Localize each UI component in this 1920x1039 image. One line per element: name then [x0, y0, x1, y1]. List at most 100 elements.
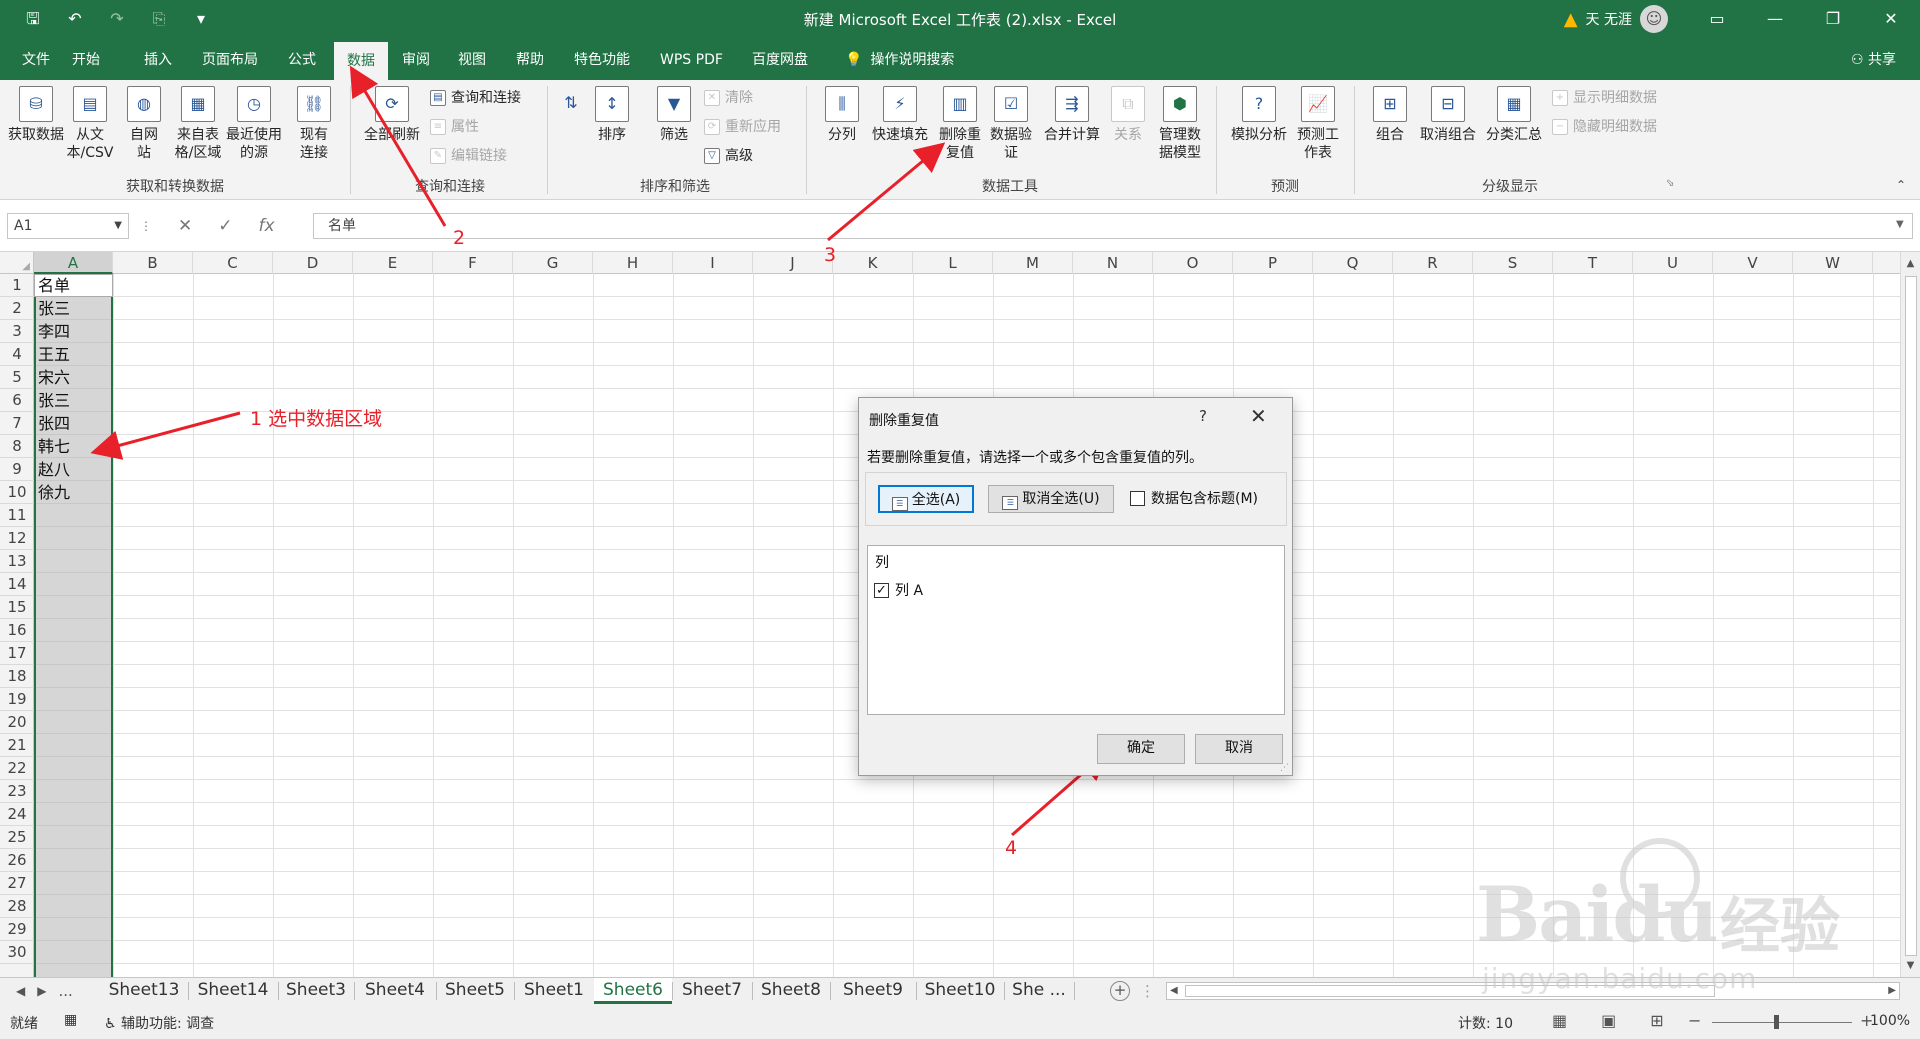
- row-header-8[interactable]: 8: [0, 435, 34, 458]
- tab-file[interactable]: 文件: [16, 38, 56, 80]
- expand-formula-bar-icon[interactable]: ▼: [1896, 219, 1904, 230]
- row-header-11[interactable]: 11: [0, 504, 34, 527]
- subtotal-button[interactable]: ▦ 分类汇总: [1482, 86, 1546, 144]
- queries-connections-button[interactable]: ▤ 查询和连接: [430, 88, 521, 108]
- checkbox-box[interactable]: [1130, 490, 1145, 506]
- confirm-entry-icon[interactable]: ✓: [218, 213, 232, 239]
- zoom-thumb[interactable]: [1774, 1015, 1779, 1029]
- clear-filter-button[interactable]: ✕ 清除: [704, 88, 753, 108]
- column-header-g[interactable]: G: [513, 252, 593, 274]
- has-header-checkbox[interactable]: 数据包含标题(M): [1130, 488, 1258, 508]
- sheet-tab-3[interactable]: Sheet3: [278, 978, 354, 1004]
- tab-view[interactable]: 视图: [452, 38, 492, 80]
- row-header-5[interactable]: 5: [0, 366, 34, 389]
- column-option-checkbox[interactable]: ✓: [874, 582, 889, 598]
- row-header-14[interactable]: 14: [0, 573, 34, 596]
- row-header-20[interactable]: 20: [0, 711, 34, 734]
- select-all-button[interactable]: ☰ 全选(A): [878, 485, 974, 513]
- avatar[interactable]: ☺: [1640, 5, 1668, 33]
- column-header-c[interactable]: C: [193, 252, 273, 274]
- unselect-all-button[interactable]: ☰ 取消全选(U): [988, 485, 1114, 513]
- cell-a2[interactable]: 张三: [38, 297, 70, 320]
- column-header-n[interactable]: N: [1073, 252, 1153, 274]
- row-header-29[interactable]: 29: [0, 918, 34, 941]
- cell-a7[interactable]: 张四: [38, 412, 70, 435]
- row-header-23[interactable]: 23: [0, 780, 34, 803]
- from-web-button[interactable]: ◍ 自网站: [124, 86, 164, 162]
- row-header-10[interactable]: 10: [0, 481, 34, 504]
- page-break-view-icon[interactable]: ⊞: [1650, 1011, 1663, 1030]
- scroll-left-icon[interactable]: ◀: [1170, 983, 1178, 999]
- sort-az-button[interactable]: ⇅: [556, 86, 586, 126]
- scroll-down-icon[interactable]: ▼: [1903, 958, 1918, 974]
- cell-a5[interactable]: 宋六: [38, 366, 70, 389]
- remove-duplicates-button[interactable]: ▥ 删除重复值: [934, 86, 986, 162]
- column-header-q[interactable]: Q: [1313, 252, 1393, 274]
- row-header-13[interactable]: 13: [0, 550, 34, 573]
- column-header-p[interactable]: P: [1233, 252, 1313, 274]
- prev-sheet-icon[interactable]: ◀: [16, 978, 25, 1006]
- page-layout-view-icon[interactable]: ▣: [1601, 1011, 1616, 1030]
- relationships-button[interactable]: ⧉ 关系: [1108, 86, 1148, 144]
- sheet-tab-10[interactable]: Sheet9: [830, 978, 916, 1004]
- row-header-24[interactable]: 24: [0, 803, 34, 826]
- row-header-30[interactable]: 30: [0, 941, 34, 964]
- column-header-o[interactable]: O: [1153, 252, 1233, 274]
- column-header-u[interactable]: U: [1633, 252, 1713, 274]
- tell-me-search[interactable]: 💡 操作说明搜索: [845, 38, 954, 80]
- get-data-button[interactable]: ⛁ 获取数据: [8, 86, 64, 144]
- cancel-button[interactable]: 取消: [1195, 734, 1283, 764]
- columns-list[interactable]: 列 ✓ 列 A: [867, 545, 1285, 715]
- column-header-j[interactable]: J: [753, 252, 833, 274]
- text-to-columns-button[interactable]: ⫼ 分列: [822, 86, 862, 144]
- from-csv-button[interactable]: ▤ 从文本/CSV: [62, 86, 118, 162]
- row-header-6[interactable]: 6: [0, 389, 34, 412]
- chevron-down-icon[interactable]: ▼: [114, 214, 122, 238]
- column-header-w[interactable]: W: [1793, 252, 1873, 274]
- vertical-scrollbar[interactable]: ▲ ▼: [1900, 252, 1920, 977]
- manage-data-model-button[interactable]: ⬢ 管理数据模型: [1154, 86, 1206, 162]
- sheet-tab-5[interactable]: Sheet5: [436, 978, 514, 1004]
- row-header-2[interactable]: 2: [0, 297, 34, 320]
- minimize-icon[interactable]: —: [1746, 0, 1804, 38]
- what-if-analysis-button[interactable]: ? 模拟分析: [1226, 86, 1292, 144]
- data-validation-button[interactable]: ☑ 数据验证: [986, 86, 1036, 162]
- more-sheets-button[interactable]: ...: [58, 978, 72, 1006]
- dialog-launcher-icon[interactable]: ⬂: [1666, 178, 1674, 189]
- forecast-sheet-button[interactable]: 📈 预测工作表: [1296, 86, 1340, 162]
- tab-home[interactable]: 开始: [66, 38, 106, 80]
- cell-a6[interactable]: 张三: [38, 389, 70, 412]
- cell-a3[interactable]: 李四: [38, 320, 70, 343]
- column-header-h[interactable]: H: [593, 252, 673, 274]
- refresh-all-button[interactable]: ⟳ 全部刷新: [360, 86, 424, 144]
- collapse-ribbon-icon[interactable]: ⌃: [1896, 178, 1906, 192]
- macro-record-icon[interactable]: ▦: [64, 1012, 77, 1028]
- row-header-25[interactable]: 25: [0, 826, 34, 849]
- row-header-27[interactable]: 27: [0, 872, 34, 895]
- cancel-entry-icon[interactable]: ✕: [178, 213, 192, 239]
- properties-button[interactable]: ≡ 属性: [430, 117, 479, 137]
- cell-a4[interactable]: 王五: [38, 343, 70, 366]
- column-header-s[interactable]: S: [1473, 252, 1553, 274]
- column-header-i[interactable]: I: [673, 252, 753, 274]
- existing-connections-button[interactable]: ⛓ 现有连接: [294, 86, 334, 162]
- column-header-v[interactable]: V: [1713, 252, 1793, 274]
- row-header-1[interactable]: 1: [0, 274, 34, 297]
- tab-data[interactable]: 数据: [334, 42, 388, 80]
- row-header-16[interactable]: 16: [0, 619, 34, 642]
- column-header-r[interactable]: R: [1393, 252, 1473, 274]
- ribbon-display-options-icon[interactable]: ▭: [1688, 0, 1746, 38]
- column-header-b[interactable]: B: [113, 252, 193, 274]
- sheet-tab-9[interactable]: Sheet8: [752, 978, 830, 1004]
- row-header-19[interactable]: 19: [0, 688, 34, 711]
- tab-insert[interactable]: 插入: [138, 38, 178, 80]
- show-detail-button[interactable]: + 显示明细数据: [1552, 88, 1657, 108]
- from-table-button[interactable]: ▦ 来自表格/区域: [170, 86, 226, 162]
- tab-special-features[interactable]: 特色功能: [568, 38, 636, 80]
- normal-view-icon[interactable]: ▦: [1552, 1011, 1567, 1030]
- tab-help[interactable]: 帮助: [510, 38, 550, 80]
- ok-button[interactable]: 确定: [1097, 734, 1185, 764]
- sheet-tab-1[interactable]: Sheet13: [100, 978, 188, 1004]
- name-box[interactable]: A1 ▼: [7, 213, 129, 239]
- column-header-l[interactable]: L: [913, 252, 993, 274]
